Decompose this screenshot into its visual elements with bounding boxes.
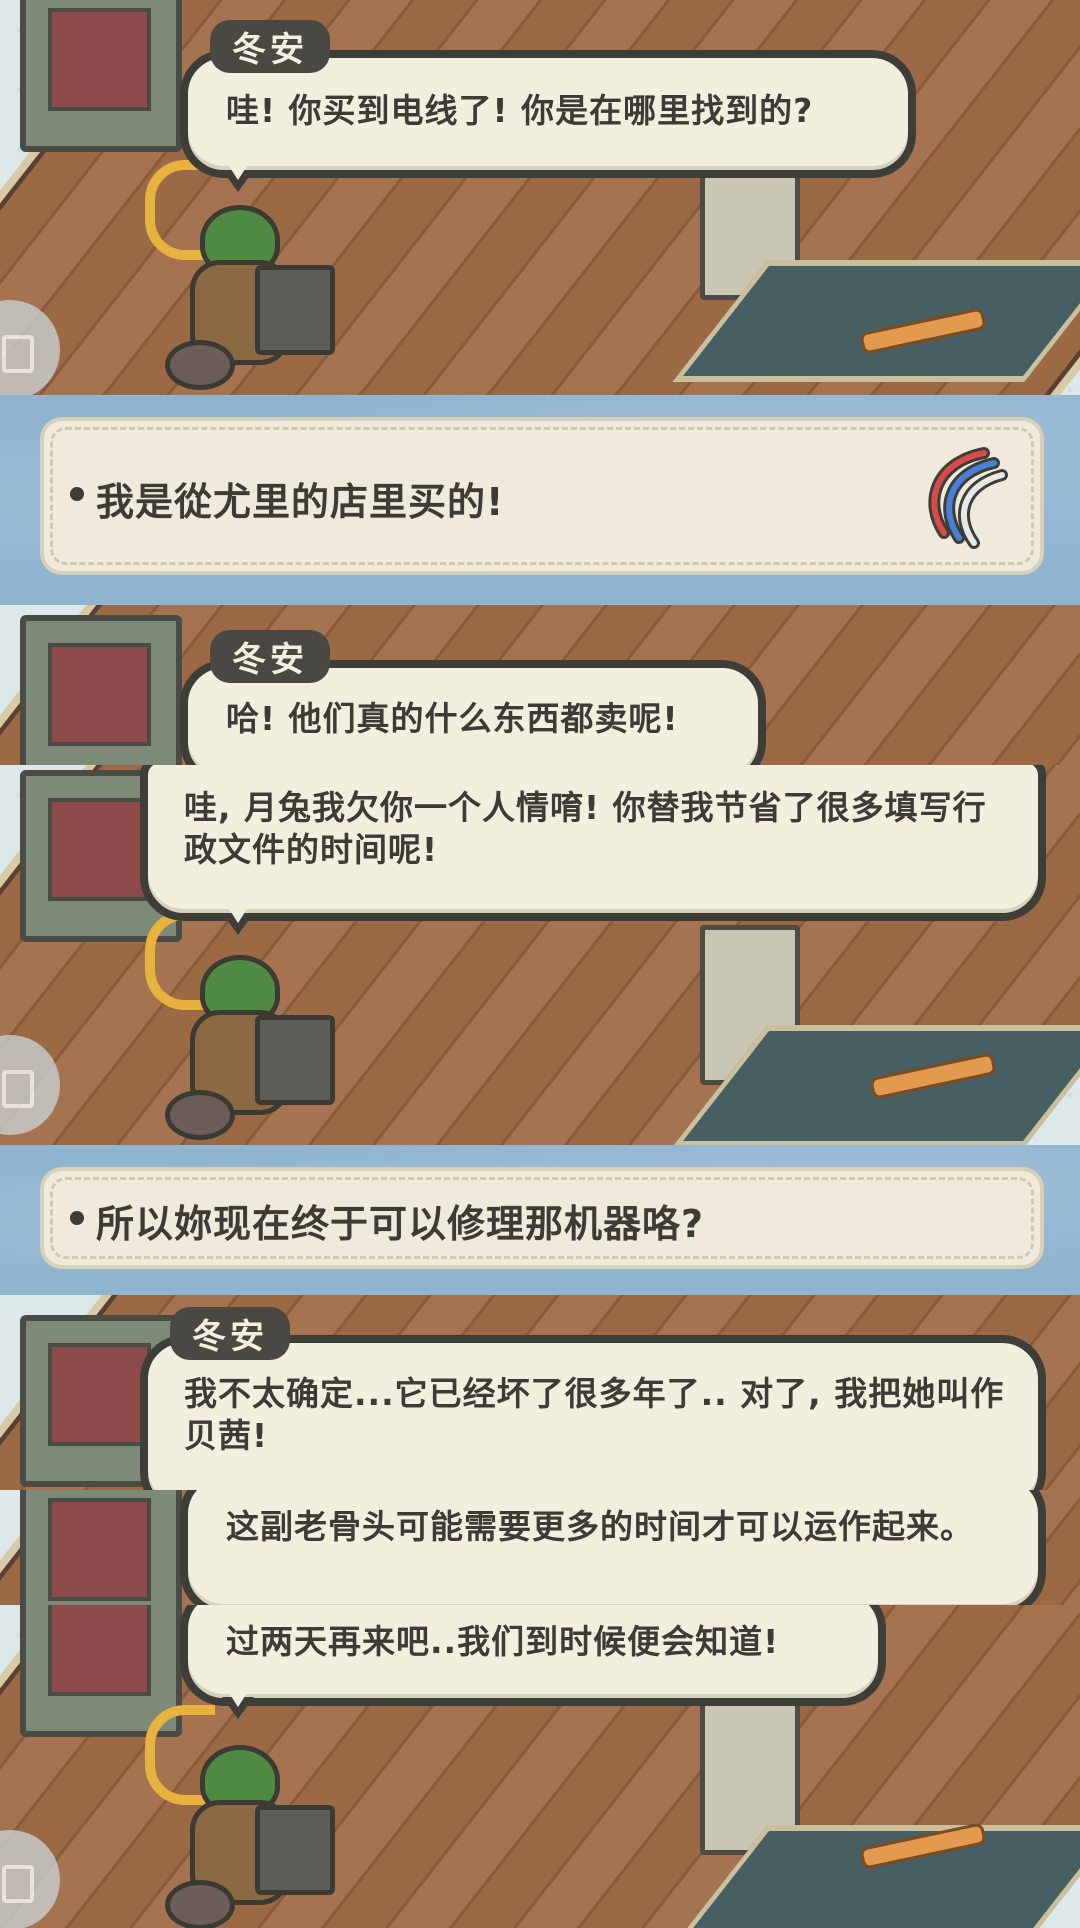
choice-label: 所以妳现在终于可以修理那机器咯? <box>96 1202 705 1246</box>
speaker-nametag: 冬安 <box>210 630 330 683</box>
scene-strip-6: 过两天再来吧..我们到时候便会知道! <box>0 1605 1080 1928</box>
scene-strip-1: 哇! 你买到电线了! 你是在哪里找到的? 冬安 <box>0 0 1080 395</box>
character-tail <box>165 340 235 390</box>
dialogue-text: 这副老骨头可能需要更多的时间才可以运作起来。 <box>226 1507 974 1546</box>
choice-label: 我是從尤里的店里买的! <box>96 480 505 524</box>
broken-machine <box>20 1490 182 1605</box>
character-dongan <box>165 205 335 395</box>
carried-device <box>255 1805 335 1895</box>
bubble-tail <box>222 166 254 192</box>
character-tail <box>165 1880 235 1928</box>
broken-machine <box>20 0 182 152</box>
speaker-nametag: 冬安 <box>210 20 330 73</box>
scene-strip-2: 哈! 他们真的什么东西都卖呢! 冬安 <box>0 605 1080 765</box>
broken-machine <box>20 615 182 765</box>
bubble-tail <box>222 909 254 935</box>
carried-device <box>255 265 335 355</box>
dialogue-text: 哇! 你买到电线了! 你是在哪里找到的? <box>226 91 814 130</box>
choice-bullet <box>70 1211 84 1225</box>
choice-option-1[interactable]: 我是從尤里的店里买的! <box>40 417 1044 575</box>
speech-bubble-5: 这副老骨头可能需要更多的时间才可以运作起来。 <box>180 1490 1046 1605</box>
dialogue-text: 我不太确定...它已经坏了很多年了.. 对了, 我把她叫作贝茜! <box>184 1374 1005 1455</box>
choice-strip-1: 我是從尤里的店里买的! <box>0 395 1080 605</box>
speech-bubble-3: 哇, 月兔我欠你一个人情唷! 你替我节省了很多填写行政文件的时间呢! <box>140 765 1046 921</box>
bubble-tail <box>222 1693 254 1719</box>
dialogue-text: 哈! 他们真的什么东西都卖呢! <box>226 699 679 738</box>
dialogue-text: 过两天再来吧..我们到时候便会知道! <box>226 1622 780 1661</box>
scene-strip-5: 这副老骨头可能需要更多的时间才可以运作起来。 <box>0 1490 1080 1605</box>
choice-bullet <box>70 487 84 501</box>
cable-bundle-icon <box>928 447 1008 549</box>
carried-device <box>255 1015 335 1105</box>
character-tail <box>165 1090 235 1140</box>
scene-strip-3: 哇, 月兔我欠你一个人情唷! 你替我节省了很多填写行政文件的时间呢! <box>0 765 1080 1145</box>
choice-strip-2: 所以妳现在终于可以修理那机器咯? <box>0 1145 1080 1295</box>
speaker-nametag: 冬安 <box>170 1307 290 1360</box>
speech-bubble-6: 过两天再来吧..我们到时候便会知道! <box>180 1605 886 1706</box>
character-dongan <box>165 955 335 1145</box>
dialogue-text: 哇, 月兔我欠你一个人情唷! 你替我节省了很多填写行政文件的时间呢! <box>184 788 987 869</box>
character-dongan <box>165 1745 335 1928</box>
choice-option-2[interactable]: 所以妳现在终于可以修理那机器咯? <box>40 1167 1044 1269</box>
scene-strip-4: 我不太确定...它已经坏了很多年了.. 对了, 我把她叫作贝茜! 冬安 <box>0 1295 1080 1490</box>
